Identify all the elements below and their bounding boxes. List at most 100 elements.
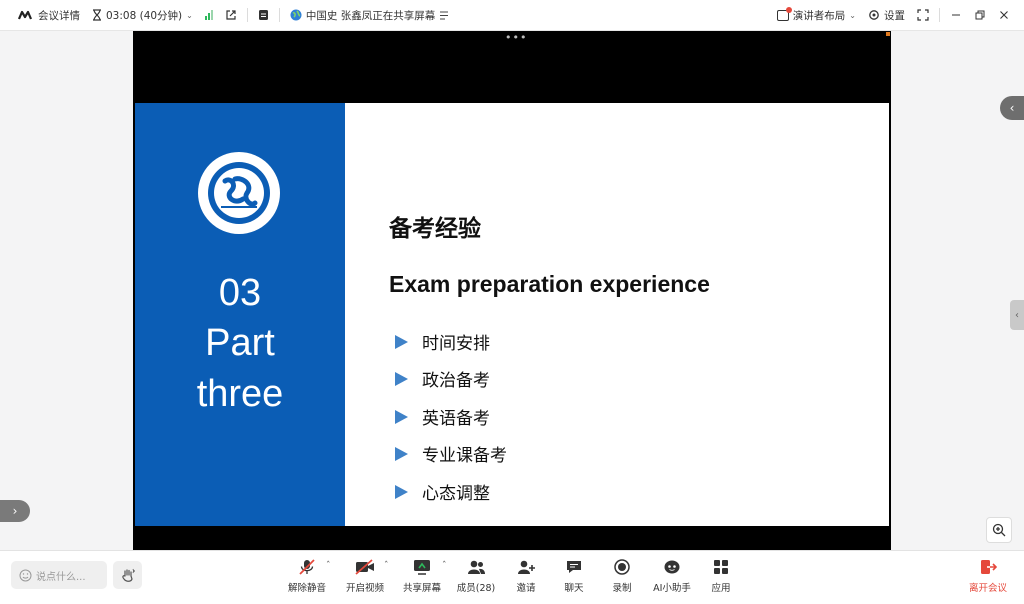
chevron-right-icon: › xyxy=(12,504,18,518)
video-off-icon xyxy=(355,559,374,575)
settings-button[interactable]: 设置 xyxy=(862,0,911,30)
members-button[interactable]: 成员(28) xyxy=(448,557,504,597)
network-signal[interactable] xyxy=(199,0,219,30)
divider xyxy=(939,8,940,22)
chat-placeholder: 说点什么... xyxy=(36,571,86,583)
chat-icon xyxy=(567,561,581,573)
apps-label: 应用 xyxy=(711,583,731,594)
signal-icon xyxy=(204,10,213,20)
list-item: 政治备考 xyxy=(395,366,490,391)
chevron-up-icon[interactable]: ˆ xyxy=(326,561,331,571)
gear-icon xyxy=(869,10,879,20)
minimize-icon xyxy=(952,14,960,16)
restore-icon xyxy=(975,10,985,20)
sharing-status[interactable]: 中国史 张鑫凤正在共享屏幕 xyxy=(284,0,455,30)
document-icon xyxy=(258,10,268,20)
recording-indicator xyxy=(886,32,890,36)
meeting-toolbar: 说点什么... 解除静音 ˆ 开启视频 ˆ 共享屏幕 ˆ 成员(28) 邀请 聊… xyxy=(0,550,1024,604)
triangle-bullet-icon xyxy=(395,446,408,461)
add-user-icon xyxy=(518,560,535,574)
university-logo-icon xyxy=(198,152,280,234)
more-dots-icon[interactable]: ••• xyxy=(505,32,527,43)
part-ordinal: three xyxy=(196,373,284,415)
meeting-timer[interactable]: 03:08 (40分钟) ⌄ xyxy=(86,0,199,30)
bullet-text: 英语备考 xyxy=(422,409,490,429)
meeting-info-button[interactable]: 会议详情 xyxy=(12,0,86,30)
popout-button[interactable] xyxy=(219,0,243,30)
layout-label: 演讲者布局 xyxy=(792,9,846,22)
chevron-down-icon: ⌄ xyxy=(186,10,193,20)
expand-right-panel-button[interactable]: ‹ xyxy=(1000,96,1024,120)
ai-assistant-label: AI小助手 xyxy=(653,583,691,594)
presentation-slide: 03 Part three 备考经验 Exam preparation expe… xyxy=(135,103,889,526)
quick-chat-input[interactable]: 说点什么... xyxy=(11,561,107,589)
app-logo-icon xyxy=(18,10,33,20)
unmute-label: 解除静音 xyxy=(287,583,326,594)
meeting-info-label: 会议详情 xyxy=(38,9,80,22)
shared-screen[interactable]: ••• 03 Part three 备考经验 Exam preparation … xyxy=(133,31,891,550)
bullet-text: 心态调整 xyxy=(422,484,490,504)
record-icon xyxy=(614,559,630,575)
chevron-left-icon: ‹ xyxy=(1015,309,1019,321)
chevron-up-icon[interactable]: ˆ xyxy=(442,561,447,571)
record-button[interactable]: 录制 xyxy=(594,557,650,597)
hand-icon xyxy=(121,568,135,582)
chevron-down-icon: ⌄ xyxy=(849,10,856,20)
ai-assistant-button[interactable]: AI小助手 xyxy=(644,557,700,597)
start-video-label: 开启视频 xyxy=(345,583,384,594)
notes-button[interactable] xyxy=(252,0,275,30)
sharing-status-text: 中国史 张鑫凤正在共享屏幕 xyxy=(305,9,436,22)
close-button[interactable] xyxy=(992,0,1016,30)
restore-button[interactable] xyxy=(968,0,992,30)
list-item: 英语备考 xyxy=(395,404,490,429)
list-item: 专业课备考 xyxy=(395,441,507,466)
record-label: 录制 xyxy=(612,583,632,594)
ai-assistant-icon xyxy=(664,560,680,574)
expand-left-panel-button[interactable]: › xyxy=(0,500,30,522)
collapse-side-panel-button[interactable]: ‹ xyxy=(1010,300,1024,330)
members-icon xyxy=(468,560,485,574)
layout-icon xyxy=(776,6,792,21)
chevron-up-icon[interactable]: ˆ xyxy=(384,561,389,571)
bullet-text: 专业课备考 xyxy=(422,446,507,466)
zoom-in-button[interactable] xyxy=(986,517,1012,543)
chevron-left-icon: ‹ xyxy=(1009,101,1015,115)
bullet-text: 时间安排 xyxy=(422,334,490,354)
mic-off-icon xyxy=(299,559,315,575)
part-word: Part xyxy=(205,322,275,364)
slide-title-en: Exam preparation experience xyxy=(389,271,710,297)
triangle-bullet-icon xyxy=(395,484,408,499)
share-screen-label: 共享屏幕 xyxy=(402,583,441,594)
layout-button[interactable]: 演讲者布局 ⌄ xyxy=(771,0,862,30)
members-label: 成员(28) xyxy=(456,583,496,594)
divider xyxy=(278,8,280,22)
fullscreen-button[interactable] xyxy=(911,0,935,30)
apps-grid-icon xyxy=(714,560,728,574)
fullscreen-icon xyxy=(917,9,929,21)
triangle-bullet-icon xyxy=(395,409,408,424)
slide-side-panel: 03 Part three xyxy=(135,103,345,526)
minimize-button[interactable] xyxy=(944,0,968,30)
hourglass-icon xyxy=(93,9,101,21)
menu-lines-icon xyxy=(440,10,449,20)
globe-icon xyxy=(290,9,302,21)
bullet-text: 政治备考 xyxy=(422,371,490,391)
invite-label: 邀请 xyxy=(516,583,536,594)
divider xyxy=(246,8,248,22)
zoom-in-icon xyxy=(992,523,1006,537)
close-icon xyxy=(1000,11,1008,19)
slide-title-cn: 备考经验 xyxy=(389,216,481,242)
part-number: 03 xyxy=(218,272,262,314)
chat-label: 聊天 xyxy=(564,583,584,594)
apps-button[interactable]: 应用 xyxy=(693,557,749,597)
smile-icon xyxy=(19,569,32,581)
settings-label: 设置 xyxy=(884,9,905,22)
title-bar: 会议详情 03:08 (40分钟) ⌄ 中国史 张鑫凤正在共享屏幕 演讲者布局 … xyxy=(0,0,1024,31)
leave-meeting-button[interactable]: 离开会议 xyxy=(960,557,1016,597)
raise-hand-button[interactable] xyxy=(113,561,142,589)
triangle-bullet-icon xyxy=(395,334,408,349)
list-item: 心态调整 xyxy=(395,479,490,504)
list-item: 时间安排 xyxy=(395,329,490,354)
triangle-bullet-icon xyxy=(395,371,408,386)
timer-text: 03:08 (40分钟) xyxy=(106,9,183,22)
